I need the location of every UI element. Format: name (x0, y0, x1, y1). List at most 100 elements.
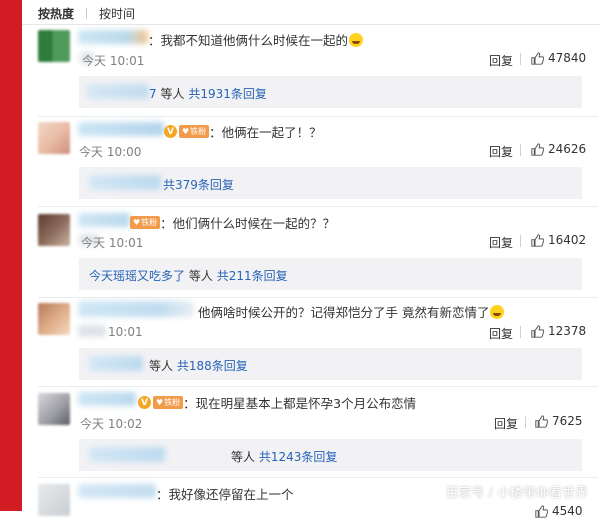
comment-divider (38, 206, 598, 207)
verified-badge-icon: V (138, 396, 151, 409)
sub-replies-box: 今天瑶瑶又吃多了 等人 共211条回复 (79, 258, 582, 290)
sub-replies-box: 等人 共1243条回复 (79, 439, 582, 471)
thumbs-up-icon (535, 504, 548, 518)
avatar[interactable] (38, 393, 70, 425)
comment-time: 今天 10:00 (79, 145, 142, 159)
sub-replies-summary: 等人 共188条回复 (149, 357, 248, 374)
comment-text: ：现在明星基本上都是怀孕3个月公布恋情 (183, 396, 417, 411)
sub-replies-summary: 今天瑶瑶又吃多了 等人 共211条回复 (89, 267, 288, 284)
laugh-emoji-icon (490, 305, 505, 319)
sub-reply-user[interactable]: 今天瑶瑶又吃多了 (89, 269, 185, 283)
fan-badge: ♥ 铁粉 (179, 125, 210, 138)
sub-replies-box: 7 等人 共1931条回复 (79, 76, 582, 108)
like-count: 16402 (548, 233, 587, 247)
comment-text: 他俩啥时候公开的？记得郑恺分了手 竟然有新恋情了 (198, 302, 505, 321)
thumbs-up-icon (535, 414, 548, 428)
username-blurred[interactable] (78, 301, 194, 317)
action-divider (520, 144, 521, 156)
sub-reply-etc: 等人 (160, 87, 185, 101)
like-button[interactable]: 24626 (531, 142, 586, 156)
reply-button[interactable]: 回复 (489, 52, 513, 69)
sub-replies-summary: 7 等人 共1931条回复 (149, 85, 267, 102)
reply-button[interactable]: 回复 (494, 415, 518, 432)
comment-header: V ♥ 铁粉 ：现在明星基本上都是怀孕3个月公布恋情 (138, 393, 416, 412)
thumbs-up-icon (531, 142, 544, 156)
thumbs-up-icon (531, 324, 544, 338)
thumbs-up-icon (531, 51, 544, 65)
username-blurred[interactable] (78, 484, 156, 498)
sub-replies-box: 等人 共188条回复 (79, 348, 582, 380)
view-replies-link[interactable]: 共188条回复 (177, 359, 248, 373)
view-replies-link[interactable]: 共211条回复 (217, 269, 288, 283)
action-divider (525, 416, 526, 428)
comment-text: ：他俩在一起了！？ (209, 125, 322, 140)
comment-text: ：我都不知道他俩什么时候在一起的 (148, 30, 364, 49)
avatar[interactable] (38, 122, 70, 154)
tab-sort-time[interactable]: 按时间 (99, 5, 135, 22)
left-red-stripe (0, 0, 22, 511)
fan-badge: ♥ 铁粉 (153, 396, 184, 409)
comment-divider (38, 477, 598, 478)
sort-divider (22, 24, 600, 25)
watermark: 百家号 / 小楼带你看世界 (445, 486, 588, 501)
sub-reply-users-blurred[interactable] (89, 447, 165, 462)
comment-divider (38, 297, 598, 298)
username-blurred[interactable] (78, 392, 136, 406)
like-count: 4540 (552, 504, 583, 518)
sub-replies-summary: 共379条回复 (163, 176, 234, 193)
comment-time: 今天 10:01 (82, 54, 145, 68)
laugh-emoji-icon (349, 33, 364, 47)
view-replies-link[interactable]: 共1931条回复 (188, 87, 267, 101)
action-divider (520, 53, 521, 65)
time-prefix-blurred (78, 325, 106, 337)
avatar[interactable] (38, 303, 70, 335)
sub-reply-etc: 等人 (231, 450, 256, 464)
avatar[interactable] (38, 484, 70, 516)
like-button[interactable]: 4540 (535, 504, 583, 518)
avatar[interactable] (38, 214, 70, 246)
username-blurred[interactable] (78, 213, 130, 227)
comment-text: ：我好像还停留在上一个 (156, 487, 294, 502)
comment-time: 今天 10:02 (80, 417, 143, 431)
reply-button[interactable]: 回复 (489, 143, 513, 160)
comment-header: V ♥ 铁粉 ：他俩在一起了！？ (164, 122, 322, 141)
like-button[interactable]: 12378 (531, 324, 586, 338)
sort-tabs: 按热度 按时间 (38, 4, 135, 22)
like-button[interactable]: 47840 (531, 51, 586, 65)
like-count: 12378 (548, 324, 587, 338)
tab-sort-hot[interactable]: 按热度 (38, 5, 74, 22)
like-count: 7625 (552, 414, 583, 428)
sub-reply-user[interactable]: 7 (149, 87, 157, 101)
comment-panel: 按热度 按时间 ：我都不知道他俩什么时候在一起的 今天 10:01 回复 478… (22, 0, 600, 518)
comment-divider (38, 116, 598, 117)
like-button[interactable]: 7625 (535, 414, 583, 428)
comment-divider (38, 386, 598, 387)
comment-time: 10:01 (108, 325, 143, 339)
sub-reply-users-blurred[interactable] (89, 356, 143, 371)
like-count: 47840 (548, 51, 587, 65)
sub-reply-users-blurred[interactable] (87, 84, 149, 99)
sub-reply-users-blurred[interactable] (89, 175, 161, 190)
tab-separator (86, 7, 88, 19)
view-replies-link[interactable]: 共379条回复 (163, 178, 234, 192)
avatar[interactable] (38, 30, 70, 62)
sub-replies-box: 共379条回复 (79, 167, 582, 199)
action-divider (520, 235, 521, 247)
comment-time: 今天 10:01 (81, 236, 144, 250)
comment-text: ：他们俩什么时候在一起的？？ (160, 216, 336, 231)
comment-header: ♥ 铁粉 ：他们俩什么时候在一起的？？ (128, 213, 335, 232)
action-divider (520, 326, 521, 338)
sub-replies-summary: 等人 共1243条回复 (231, 448, 337, 465)
sub-reply-etc: 等人 (188, 269, 213, 283)
thumbs-up-icon (531, 233, 544, 247)
sub-reply-etc: 等人 (149, 359, 174, 373)
fan-badge: ♥ 铁粉 (130, 216, 161, 229)
verified-badge-icon: V (164, 125, 177, 138)
view-replies-link[interactable]: 共1243条回复 (259, 450, 338, 464)
reply-button[interactable]: 回复 (489, 325, 513, 342)
like-count: 24626 (548, 142, 587, 156)
like-button[interactable]: 16402 (531, 233, 586, 247)
reply-button[interactable]: 回复 (489, 234, 513, 251)
username-blurred[interactable] (78, 122, 164, 136)
username-blurred[interactable] (78, 30, 148, 44)
